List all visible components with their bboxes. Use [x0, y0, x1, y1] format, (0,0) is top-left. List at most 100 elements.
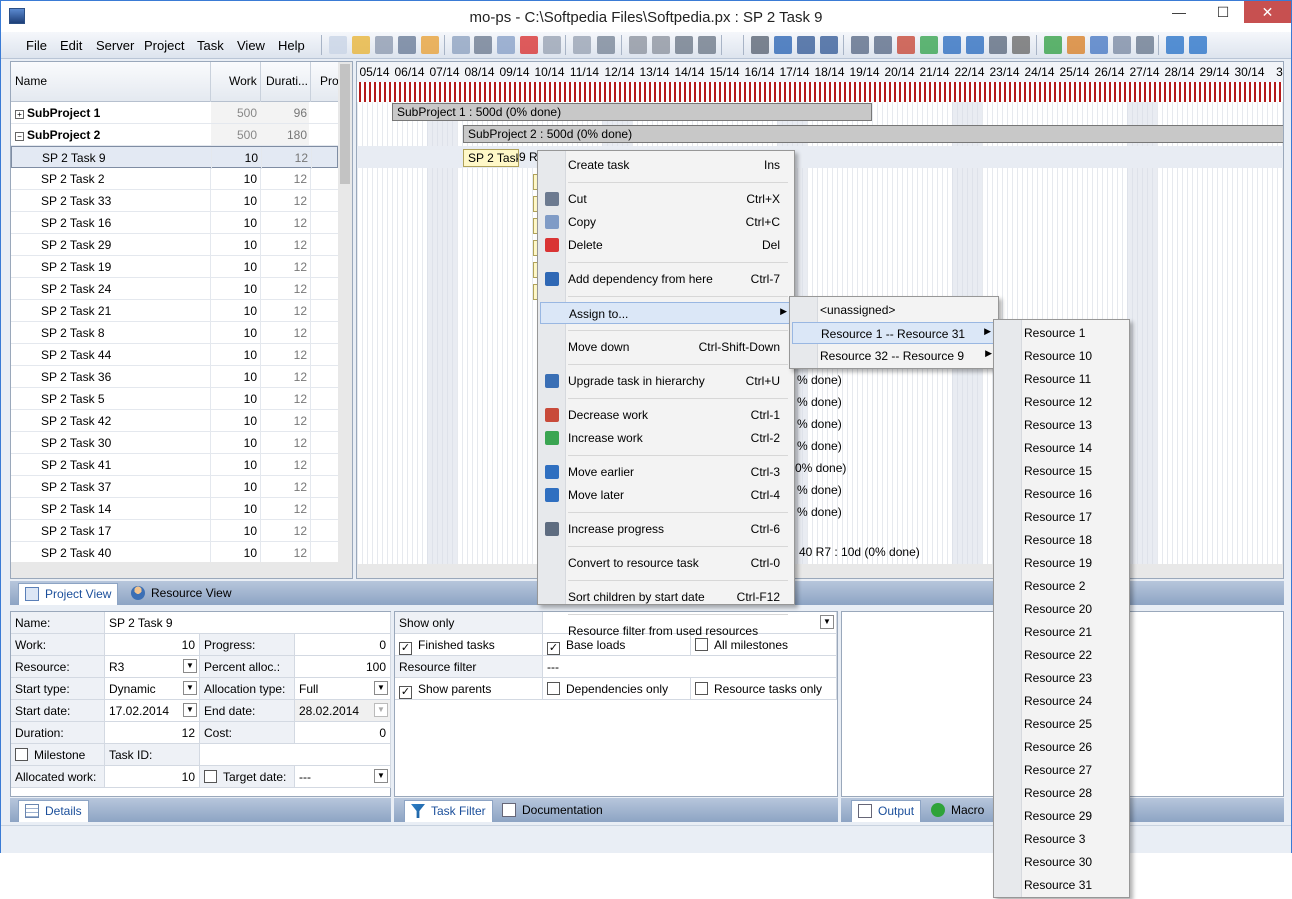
help-balloon-icon[interactable]: [1166, 36, 1184, 54]
task-row[interactable]: SP 2 Task 40 10 12: [11, 542, 338, 564]
task-row[interactable]: SP 2 Task 30 10 12: [11, 432, 338, 454]
chart-icon[interactable]: [1067, 36, 1085, 54]
task-row[interactable]: SP 2 Task 16 10 12: [11, 212, 338, 234]
copy-icon[interactable]: [497, 36, 515, 54]
open-icon[interactable]: [352, 36, 370, 54]
subproject2-bar[interactable]: SubProject 2 : 500d (0% done): [463, 125, 1283, 143]
grid-vertical-scrollbar[interactable]: [338, 62, 352, 562]
task-row[interactable]: SP 2 Task 24 10 12: [11, 278, 338, 300]
task-row[interactable]: SP 2 Task 8 10 12: [11, 322, 338, 344]
resource-option[interactable]: Resource 27: [996, 759, 1127, 781]
undo-icon[interactable]: [543, 36, 561, 54]
menu-item-resource-filter-from-used-resources[interactable]: Resource filter from used resources: [540, 620, 792, 642]
menu-item-assign-to[interactable]: Assign to... ▶: [540, 302, 792, 324]
menu-task[interactable]: Task: [197, 38, 224, 53]
task-row[interactable]: SP 2 Task 36 10 12: [11, 366, 338, 388]
resource-option[interactable]: Resource 23: [996, 667, 1127, 689]
key-icon[interactable]: [629, 36, 647, 54]
starttype-select[interactable]: Dynamic ▼: [105, 678, 200, 700]
dependency-icon[interactable]: [774, 36, 792, 54]
res-tasks-only-checkbox[interactable]: Resource tasks only: [691, 678, 837, 700]
task9-bar[interactable]: SP 2 Task: [463, 149, 519, 167]
checkbox-icon[interactable]: [547, 682, 560, 695]
expand-toggle-icon[interactable]: +: [15, 110, 24, 119]
menu-help[interactable]: Help: [278, 38, 305, 53]
resource-option[interactable]: Resource 10: [996, 345, 1127, 367]
delete-icon[interactable]: [520, 36, 538, 54]
resource-option[interactable]: Resource 29: [996, 805, 1127, 827]
menu-item-decrease-work[interactable]: Decrease work Ctrl-1: [540, 404, 792, 426]
tab-output[interactable]: Output: [851, 800, 922, 822]
resource-option[interactable]: Resource 28: [996, 782, 1127, 804]
task-row[interactable]: SP 2 Task 17 10 12: [11, 520, 338, 542]
milestone-checkbox[interactable]: Milestone: [11, 744, 105, 766]
checkbox-icon[interactable]: [204, 770, 217, 783]
tab-documentation[interactable]: Documentation: [496, 800, 609, 822]
chevron-down-icon[interactable]: ▼: [374, 769, 388, 783]
key2-icon[interactable]: [652, 36, 670, 54]
menu-item-convert-to-resource-task[interactable]: Convert to resource task Ctrl-0: [540, 552, 792, 574]
outdent-icon[interactable]: [820, 36, 838, 54]
progress-field[interactable]: 0: [295, 634, 391, 656]
cost-field[interactable]: 0: [295, 722, 391, 744]
table-icon[interactable]: [1113, 36, 1131, 54]
work-field[interactable]: 10: [105, 634, 200, 656]
resource-option[interactable]: Resource 30: [996, 851, 1127, 873]
maximize-button[interactable]: ☐: [1205, 1, 1241, 23]
resource-option[interactable]: Resource 18: [996, 529, 1127, 551]
gantt-horizontal-scrollbar[interactable]: [357, 564, 1283, 578]
tab-macro[interactable]: Macro: [925, 800, 990, 822]
resource-option[interactable]: Resource 25: [996, 713, 1127, 735]
tab-task-filter[interactable]: Task Filter: [404, 800, 493, 822]
settings-icon[interactable]: [1136, 36, 1154, 54]
earlier-icon[interactable]: [943, 36, 961, 54]
increase-icon[interactable]: [920, 36, 938, 54]
tab-resource-view[interactable]: Resource View: [125, 583, 237, 605]
print2-icon[interactable]: [698, 36, 716, 54]
menu-edit[interactable]: Edit: [60, 38, 82, 53]
col-progress[interactable]: Pro: [320, 74, 339, 88]
subproject1-bar[interactable]: SubProject 1 : 500d (0% done): [392, 103, 872, 121]
print-icon[interactable]: [675, 36, 693, 54]
col-duration[interactable]: Durati...: [266, 74, 308, 88]
task-row[interactable]: SP 2 Task 14 10 12: [11, 498, 338, 520]
menu-item-upgrade-task-in-hierarchy[interactable]: Upgrade task in hierarchy Ctrl+U: [540, 370, 792, 392]
finished-tasks-checkbox[interactable]: ✓ Finished tasks: [395, 634, 543, 656]
col-work[interactable]: Work: [229, 74, 257, 88]
menu-view[interactable]: View: [237, 38, 265, 53]
menu-item-copy[interactable]: Copy Ctrl+C: [540, 211, 792, 233]
resource-option[interactable]: Resource 1: [996, 322, 1127, 344]
resource-option[interactable]: Resource 17: [996, 506, 1127, 528]
menu-item-sort-children-by-start-date[interactable]: Sort children by start date Ctrl-F12: [540, 586, 792, 608]
close-button[interactable]: ✕: [1244, 1, 1291, 23]
task-row[interactable]: SP 2 Task 2 10 12: [11, 168, 338, 190]
resource-option[interactable]: Resource 31: [996, 874, 1127, 896]
chevron-down-icon[interactable]: ▼: [820, 615, 834, 629]
resource-option[interactable]: Resource 19: [996, 552, 1127, 574]
deps-only-checkbox[interactable]: Dependencies only: [543, 678, 691, 700]
assign-option[interactable]: <unassigned>: [792, 299, 996, 321]
menu-project[interactable]: Project: [144, 38, 184, 53]
project-row[interactable]: − SubProject 2 500 180: [11, 124, 338, 146]
task-row[interactable]: SP 2 Task 19 10 12: [11, 256, 338, 278]
check-icon[interactable]: [1044, 36, 1062, 54]
chevron-down-icon[interactable]: ▼: [374, 681, 388, 695]
menu-item-move-later[interactable]: Move later Ctrl-4: [540, 484, 792, 506]
chevron-down-icon[interactable]: ▼: [183, 681, 197, 695]
assign-option[interactable]: Resource 32 -- Resource 9 ▶: [792, 345, 996, 367]
resource-select[interactable]: R3 ▼: [105, 656, 200, 678]
resource-option[interactable]: Resource 26: [996, 736, 1127, 758]
minimize-button[interactable]: —: [1161, 1, 1197, 23]
show-parents-checkbox[interactable]: ✓ Show parents: [395, 678, 543, 700]
help-icon[interactable]: [1189, 36, 1207, 54]
percent-field[interactable]: 100: [295, 656, 391, 678]
new-file-icon[interactable]: [329, 36, 347, 54]
startdate-picker[interactable]: 17.02.2014 ▼: [105, 700, 200, 722]
cut-icon[interactable]: [474, 36, 492, 54]
alloctype-select[interactable]: Full ▼: [295, 678, 391, 700]
checkmark-icon[interactable]: ✓: [547, 642, 560, 655]
menu-item-increase-progress[interactable]: Increase progress Ctrl-6: [540, 518, 792, 540]
menu-item-increase-work[interactable]: Increase work Ctrl-2: [540, 427, 792, 449]
menu-item-add-dependency-from-here[interactable]: Add dependency from here Ctrl-7: [540, 268, 792, 290]
split-icon[interactable]: [851, 36, 869, 54]
